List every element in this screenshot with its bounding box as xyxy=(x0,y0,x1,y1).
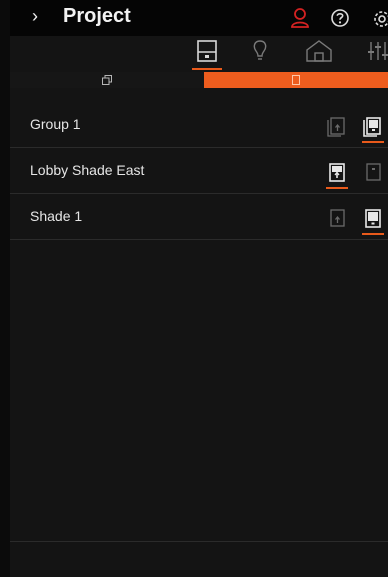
raise-button[interactable] xyxy=(326,160,348,190)
help-icon[interactable] xyxy=(330,8,350,33)
selected-mode-indicator xyxy=(362,233,384,235)
list-item[interactable]: Lobby Shade East xyxy=(10,148,388,194)
shade-control-app: › Project Group 1 Lobby Shade East Shade… xyxy=(10,0,388,577)
category-tabs xyxy=(10,36,388,72)
tab-lights[interactable] xyxy=(250,38,270,72)
shade-name: Group 1 xyxy=(30,116,81,132)
view-sub-tabs xyxy=(10,72,388,88)
page-title: Project xyxy=(63,5,131,27)
shade-name: Lobby Shade East xyxy=(30,162,145,178)
raise-button[interactable] xyxy=(326,114,348,144)
lower-button[interactable] xyxy=(362,160,384,190)
shade-name: Shade 1 xyxy=(30,208,83,224)
active-tab-indicator xyxy=(192,68,222,70)
expand-chevron-icon[interactable]: › xyxy=(32,6,38,27)
list-item[interactable]: Group 1 xyxy=(10,102,388,148)
lower-button[interactable] xyxy=(362,206,384,236)
shade-list: Group 1 Lobby Shade East Shade 1 xyxy=(10,102,388,240)
lower-button[interactable] xyxy=(362,114,384,144)
selected-mode-indicator xyxy=(362,141,384,143)
footer-divider xyxy=(10,541,388,542)
tab-home[interactable] xyxy=(304,38,334,72)
raise-button[interactable] xyxy=(326,206,348,236)
selected-mode-indicator xyxy=(326,187,348,189)
app-header: › Project xyxy=(10,0,388,36)
tab-scenes[interactable] xyxy=(366,38,388,72)
tab-single-shades[interactable] xyxy=(204,72,388,88)
list-item[interactable]: Shade 1 xyxy=(10,194,388,240)
tab-groups[interactable] xyxy=(10,72,204,88)
settings-icon[interactable] xyxy=(371,8,388,35)
user-icon[interactable] xyxy=(290,7,310,34)
tab-shades[interactable] xyxy=(192,38,222,72)
